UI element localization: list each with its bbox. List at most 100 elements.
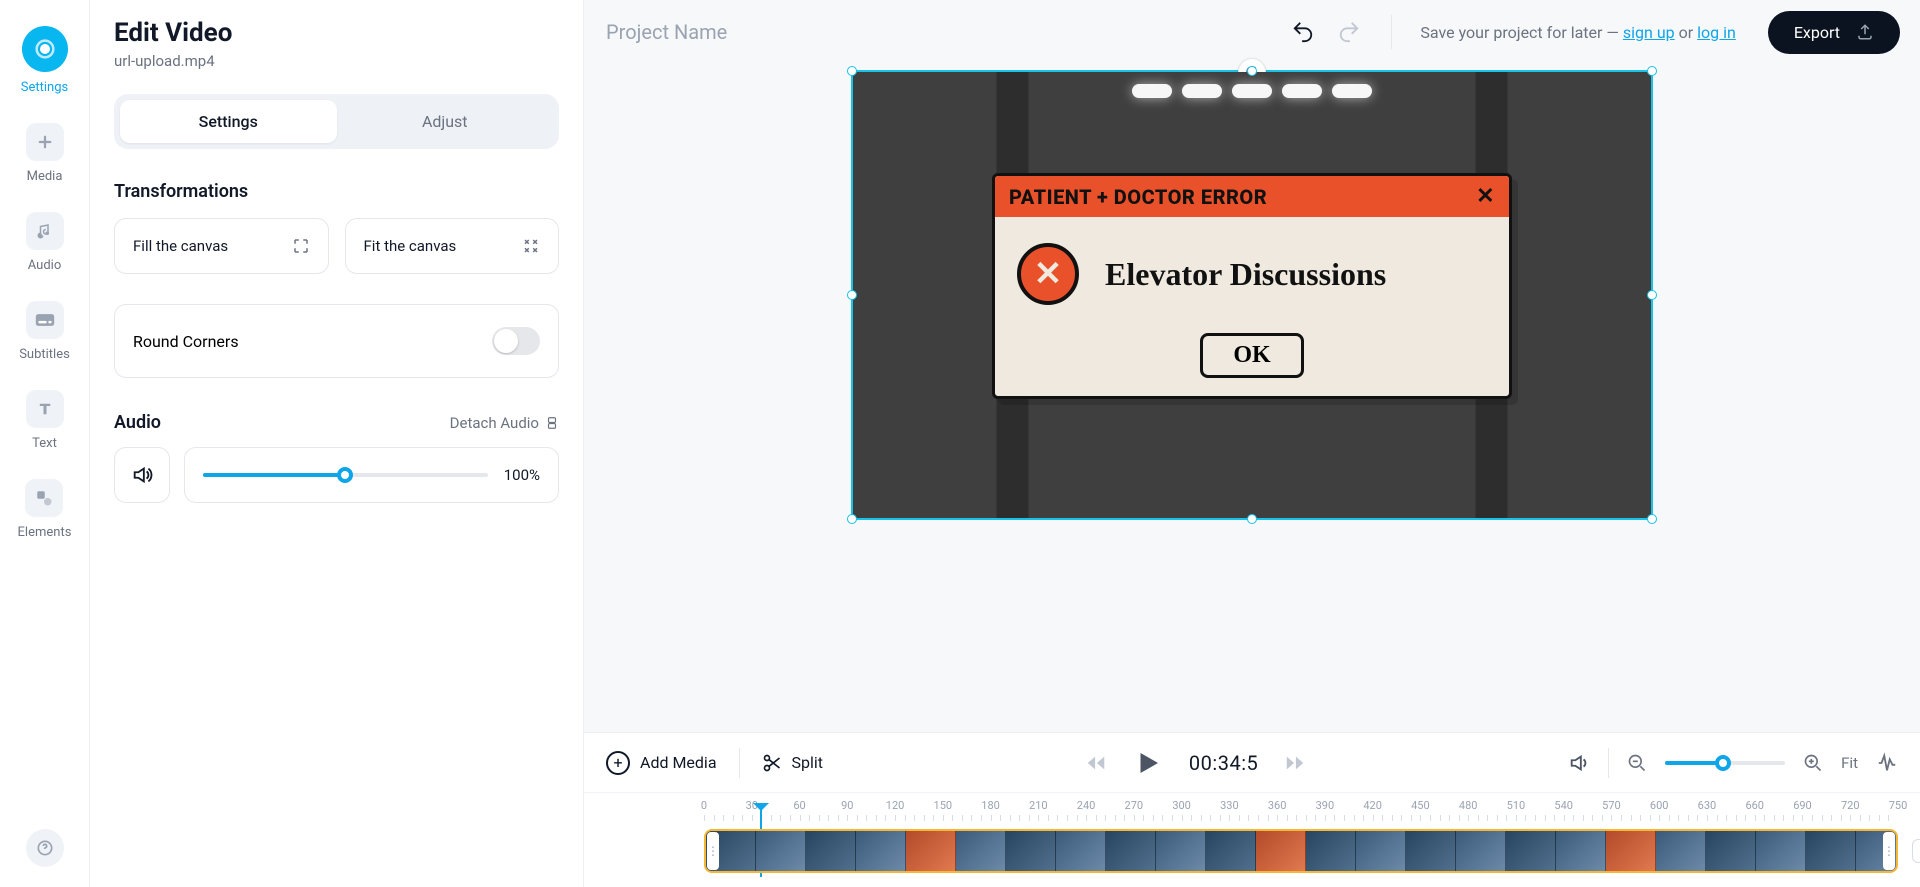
main-area: Project Name Save your project for later… [584, 0, 1920, 887]
resize-handle[interactable] [1247, 514, 1257, 524]
fill-canvas-label: Fill the canvas [133, 237, 228, 255]
resize-handle[interactable] [847, 514, 857, 524]
ruler-tick-label: 60 [793, 799, 805, 812]
resize-handle[interactable] [847, 290, 857, 300]
timecode: 00:34:5 [1189, 751, 1258, 775]
timeline-mute-button[interactable] [1568, 752, 1590, 774]
split-button[interactable]: Split [762, 753, 824, 773]
clip-thumbnail [806, 831, 856, 871]
clip-thumbnail [1556, 831, 1606, 871]
zoom-out-icon [1627, 753, 1647, 773]
ruler-tick-label: 630 [1698, 799, 1717, 812]
dialog-ok-button: OK [1200, 333, 1303, 378]
clip-trim-right[interactable]: ⋮ [1883, 832, 1895, 870]
rail-elements[interactable]: Elements [18, 479, 72, 540]
fit-button[interactable]: Fit [1841, 754, 1858, 772]
panel-subtitle: url-upload.mp4 [114, 52, 559, 70]
clip-thumbnail [1206, 831, 1256, 871]
rail-text-label: Text [32, 436, 57, 451]
clip-thumbnail [1156, 831, 1206, 871]
ruler-tick-label: 120 [886, 799, 905, 812]
plus-icon [26, 123, 64, 161]
clip-thumbnail [1806, 831, 1856, 871]
fill-canvas-button[interactable]: Fill the canvas [114, 218, 329, 274]
volume-slider[interactable] [203, 473, 488, 477]
rail-media[interactable]: Media [26, 123, 64, 184]
clip-thumbnail [1406, 831, 1456, 871]
undo-button[interactable] [1289, 18, 1317, 46]
add-media-button[interactable]: + Add Media [606, 751, 717, 775]
log-in-link[interactable]: log in [1697, 23, 1736, 42]
ruler-tick-label: 600 [1650, 799, 1669, 812]
resize-handle[interactable] [847, 66, 857, 76]
ruler-tick-label: 180 [981, 799, 1000, 812]
project-name-input[interactable]: Project Name [606, 20, 727, 44]
fit-icon [522, 237, 540, 255]
resize-handle[interactable] [1647, 290, 1657, 300]
timeline-ruler[interactable]: 0306090120150180210240270300330360390420… [704, 799, 1898, 825]
save-or: or [1675, 23, 1697, 42]
round-corners-toggle[interactable] [492, 327, 540, 355]
rail-settings-label: Settings [21, 80, 68, 95]
skip-forward-icon [1284, 752, 1306, 774]
waveform-button[interactable] [1876, 752, 1898, 774]
separator [739, 748, 740, 778]
ruler-tick-label: 570 [1602, 799, 1621, 812]
rail-audio[interactable]: Audio [26, 212, 64, 273]
panel-title: Edit Video [114, 18, 559, 48]
help-button[interactable] [26, 829, 64, 867]
video-track[interactable] [704, 829, 1898, 873]
clip-thumbnail [1706, 831, 1756, 871]
sign-up-link[interactable]: sign up [1623, 23, 1675, 42]
export-button[interactable]: Export [1768, 11, 1900, 54]
ruler-tick-label: 390 [1316, 799, 1335, 812]
add-track-button[interactable]: + [1912, 839, 1920, 863]
zoom-in-button[interactable] [1803, 753, 1823, 773]
ruler-tick-label: 450 [1411, 799, 1430, 812]
tab-settings[interactable]: Settings [120, 100, 337, 143]
resize-handle[interactable] [1247, 66, 1257, 76]
zoom-out-button[interactable] [1627, 753, 1647, 773]
detach-audio-button[interactable]: Detach Audio [450, 414, 559, 432]
plus-circle-icon: + [606, 751, 630, 775]
clip-thumbnail [856, 831, 906, 871]
subtitles-icon [26, 301, 64, 339]
skip-forward-button[interactable] [1284, 752, 1306, 774]
zoom-slider[interactable] [1665, 761, 1785, 765]
rail-text[interactable]: Text [26, 390, 64, 451]
play-button[interactable] [1133, 748, 1163, 778]
clip-thumbnail [906, 831, 956, 871]
resize-handle[interactable] [1647, 514, 1657, 524]
tab-adjust[interactable]: Adjust [337, 100, 554, 143]
track-wrap: ⋮ ⋮ + [704, 829, 1898, 873]
volume-icon [131, 464, 153, 486]
clip-thumbnail [1606, 831, 1656, 871]
separator [1391, 15, 1392, 49]
panel-tabs: Settings Adjust [114, 94, 559, 149]
resize-handle[interactable] [1647, 66, 1657, 76]
rail-settings[interactable]: Settings [21, 26, 68, 95]
ruler-tick-label: 270 [1125, 799, 1144, 812]
clip-thumbnail [1506, 831, 1556, 871]
skip-back-icon [1085, 752, 1107, 774]
clip-trim-left[interactable]: ⋮ [707, 832, 719, 870]
video-preview[interactable]: PATIENT + DOCTOR ERROR ✕ ✕ Elevator Disc… [851, 70, 1653, 520]
settings-icon [22, 26, 68, 72]
upload-icon [1856, 23, 1874, 41]
round-corners-label: Round Corners [133, 332, 239, 351]
add-media-label: Add Media [640, 753, 717, 772]
topbar: Project Name Save your project for later… [584, 0, 1920, 64]
ruler-tick-label: 750 [1889, 799, 1908, 812]
fit-canvas-label: Fit the canvas [364, 237, 457, 255]
fit-canvas-button[interactable]: Fit the canvas [345, 218, 560, 274]
rail-subtitles[interactable]: Subtitles [19, 301, 70, 362]
ruler-tick-label: 510 [1507, 799, 1526, 812]
skip-back-button[interactable] [1085, 752, 1107, 774]
ruler-tick-label: 90 [841, 799, 853, 812]
mute-button[interactable] [114, 447, 170, 503]
close-icon: ✕ [1476, 184, 1495, 209]
ruler-tick-label: 240 [1077, 799, 1096, 812]
app-root: Settings Media Audio Subtitles Text [0, 0, 1920, 887]
redo-button[interactable] [1335, 18, 1363, 46]
zoom-in-icon [1803, 753, 1823, 773]
